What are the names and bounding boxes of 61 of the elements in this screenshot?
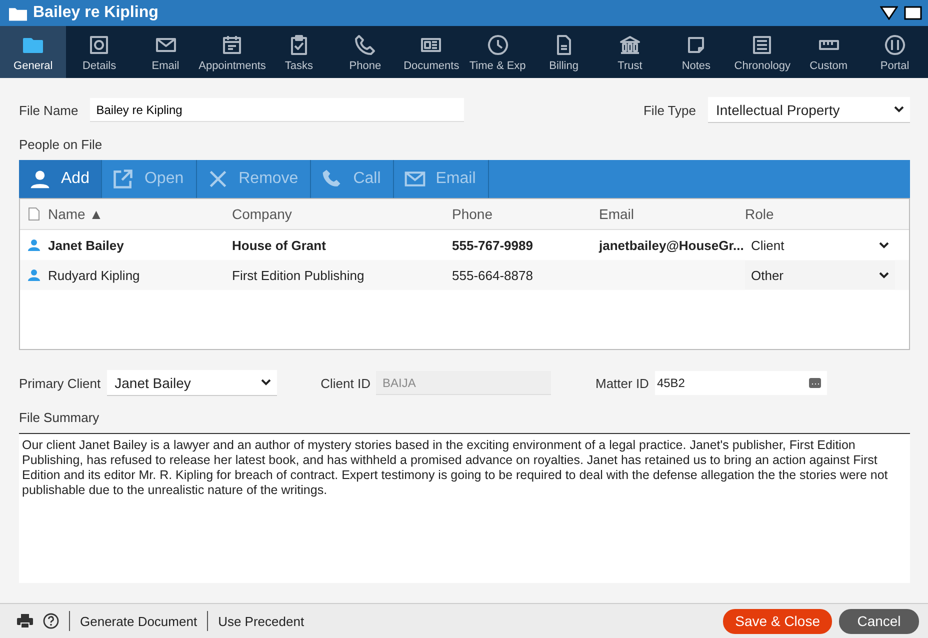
table-cell-text: 555-664-8878 <box>452 268 534 282</box>
primary-client-dropdown[interactable]: Janet Bailey <box>106 370 277 396</box>
folder-icon <box>9 6 27 20</box>
column-header[interactable]: Name ▲ <box>48 206 104 222</box>
phone-icon <box>353 32 378 56</box>
file-type-dropdown[interactable]: Intellectual Property <box>708 97 910 123</box>
section-heading: People on File <box>19 137 104 152</box>
tab[interactable]: Phone <box>332 26 398 78</box>
column-header[interactable]: Company <box>232 206 452 222</box>
tab[interactable]: Time & Exp <box>464 26 531 78</box>
footer-link[interactable]: Use Precedent <box>218 614 304 628</box>
table-cell-text: First Edition Publishing <box>232 268 366 282</box>
field-label: Client ID <box>320 376 370 390</box>
tab[interactable]: Portal <box>862 26 928 78</box>
window-title: Bailey re Kipling <box>33 4 158 22</box>
tab[interactable]: Trust <box>596 26 664 78</box>
tab[interactable]: General <box>0 26 66 78</box>
document-icon <box>28 207 40 221</box>
field-label: Matter ID <box>595 376 649 390</box>
tab[interactable]: Details <box>66 26 132 78</box>
chevron-down-icon <box>879 272 889 278</box>
person-icon <box>28 239 40 251</box>
column-header[interactable]: Role <box>745 206 895 222</box>
external-link-icon <box>112 168 134 190</box>
table-cell: Janet Bailey <box>48 238 124 252</box>
field-label: File Summary <box>19 410 100 425</box>
tab[interactable]: Chronology <box>729 26 796 78</box>
dropdown-icon[interactable] <box>880 6 898 20</box>
tab[interactable]: Billing <box>530 26 597 78</box>
chevron-down-icon <box>894 106 904 113</box>
cancel-button[interactable]: Cancel <box>839 608 919 634</box>
column-header[interactable]: Email <box>599 206 745 222</box>
person-icon <box>28 269 40 281</box>
matter-id-field[interactable]: 45B2 <box>654 371 827 395</box>
footer-link[interactable]: Generate Document <box>80 614 198 628</box>
column-header[interactable]: Phone <box>452 206 599 222</box>
tab[interactable]: Documents <box>398 26 464 78</box>
toolbar-button[interactable]: Add <box>19 160 102 198</box>
chevron-down-icon <box>260 379 271 386</box>
table-cell-text: House of Grant <box>232 238 327 252</box>
file-name-field[interactable]: Bailey re Kipling <box>90 98 464 122</box>
field-label: File Name <box>19 102 78 118</box>
chevron-down-icon <box>879 242 889 248</box>
maximize-icon[interactable] <box>904 6 922 20</box>
file-summary-field[interactable]: Our client Janet Bailey is a lawyer and an author of mystery stories based in the exciting environment of a legal practice. Janet's publisher, First Edition Publishing, has refused to release her latest book, and has withheld a promised advance on royalties. Janet has retained us to bring an action against First Edition and its editor Mr. R. Kipling for breach of contract. Expert testimony is going to be required to deal with the defense allegation the the stories were not publishable due to the unrealistic nature of the writings. <box>19 433 910 583</box>
printer-icon[interactable] <box>17 614 33 628</box>
help-icon[interactable] <box>43 613 59 629</box>
table-cell: janetbailey@HouseGr... <box>599 238 744 252</box>
table-cell-text: 555-767-9989 <box>452 238 534 252</box>
table-row[interactable]: Rudyard Kipling First Edition Publishing 555-664-8878 Other <box>20 260 909 290</box>
person-icon <box>29 168 51 190</box>
save-close-button[interactable]: Save & Close <box>723 608 832 634</box>
tab[interactable]: Tasks <box>266 26 332 78</box>
field-label: File Type <box>643 102 696 118</box>
tab[interactable]: Appointments <box>198 26 266 78</box>
tab[interactable]: Custom <box>796 26 862 78</box>
tab[interactable]: Email <box>132 26 199 78</box>
field-label: Primary Client <box>19 376 101 390</box>
clock-icon <box>486 32 510 56</box>
table-cell: Rudyard Kipling <box>48 268 140 282</box>
tab[interactable]: Notes <box>663 26 730 78</box>
